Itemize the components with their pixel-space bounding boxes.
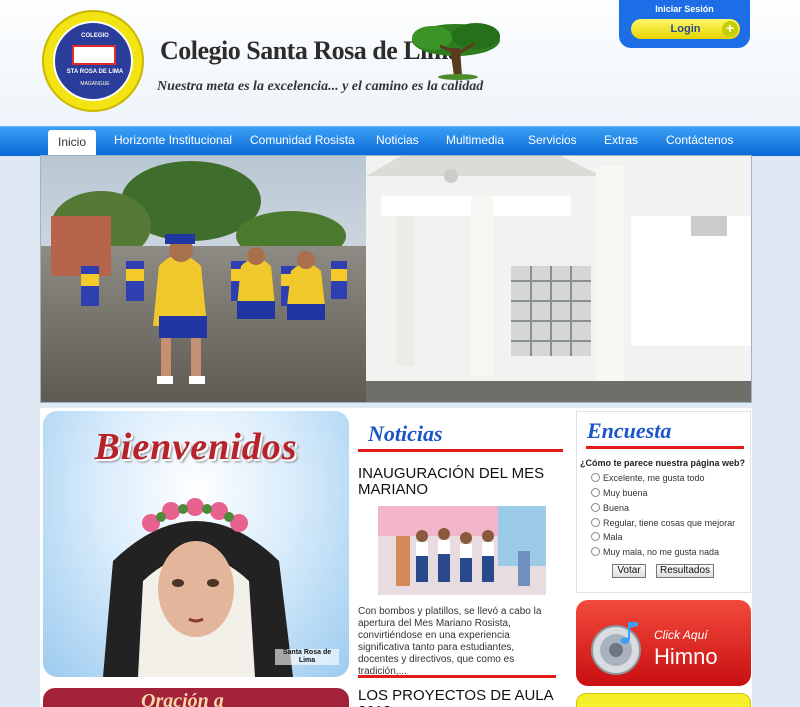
login-title: Iniciar Sesión <box>655 4 714 14</box>
oracion-title: Oración a <box>141 690 224 707</box>
himno-label: Himno <box>654 644 718 669</box>
poll-option[interactable]: Excelente, me gusta todo <box>591 472 705 484</box>
poll-option-label: Buena <box>603 503 630 513</box>
news-photo <box>378 506 546 595</box>
radio-icon[interactable] <box>591 532 600 541</box>
poll-divider <box>586 446 744 449</box>
plus-icon: + <box>722 21 738 37</box>
poll-option-label: Regular, tiene cosas que mejorar <box>603 518 736 528</box>
oracion-banner[interactable]: Oración a <box>43 688 349 707</box>
book-icon <box>72 45 116 65</box>
poll-heading: Encuesta <box>587 418 672 443</box>
main-nav: Inicio Horizonte Institucional Comunidad… <box>0 126 800 156</box>
welcome-title: Bienvenidos <box>94 426 298 468</box>
yellow-widget[interactable] <box>576 693 751 707</box>
poll-option[interactable]: Regular, tiene cosas que mejorar <box>591 517 735 529</box>
radio-icon[interactable] <box>591 473 600 482</box>
welcome-panel[interactable]: Bienvenidos Santa Rosa de Lima <box>43 411 349 677</box>
news-article-title[interactable]: INAUGURACIÓN DEL MES MARIANO <box>358 466 553 498</box>
results-button[interactable]: Resultados <box>656 564 714 578</box>
login-panel: Iniciar Sesión Login + <box>619 0 750 48</box>
tree-icon <box>412 23 500 80</box>
poll-option-label: Excelente, me gusta todo <box>603 473 705 483</box>
logo-text-middle: STA ROSA DE LIMA <box>66 69 124 75</box>
poll-option-label: Muy buena <box>603 488 648 498</box>
login-button-label: Login <box>670 23 701 35</box>
news-divider-2 <box>358 675 556 678</box>
saint-caption: Santa Rosa de Lima <box>275 649 339 665</box>
nav-item-inicio[interactable]: Inicio <box>48 130 97 156</box>
speaker-icon <box>591 622 641 675</box>
site-slogan: Nuestra meta es la excelencia... y el ca… <box>157 79 484 94</box>
vote-button[interactable]: Votar <box>612 564 646 578</box>
logo-emblem: COLEGIO STA ROSA DE LIMA MAGANGUE <box>53 21 133 101</box>
banner-slideshow[interactable] <box>40 155 752 403</box>
himno-click-text: Click Aquí <box>654 628 708 642</box>
radio-icon[interactable] <box>591 503 600 512</box>
poll-option[interactable]: Mala <box>591 531 623 543</box>
poll-option-label: Mala <box>603 532 623 542</box>
nav-item-contactenos[interactable]: Contáctenos <box>666 127 733 156</box>
news-heading: Noticias <box>368 421 443 446</box>
logo-text-bottom: MAGANGUE <box>80 81 110 87</box>
banner-image <box>41 156 751 402</box>
radio-icon[interactable] <box>591 518 600 527</box>
poll-option[interactable]: Buena <box>591 502 629 514</box>
news-article-title[interactable]: LOS PROYECTOS DE AULA 2013 <box>358 688 553 707</box>
poll-question: ¿Cómo te parece nuestra página web? <box>580 458 746 468</box>
news-article-summary: Con bombos y platillos, se llevó a cabo … <box>358 606 542 677</box>
school-logo[interactable]: COLEGIO STA ROSA DE LIMA MAGANGUE <box>42 10 144 112</box>
poll-option[interactable]: Muy mala, no me gusta nada <box>591 546 719 558</box>
news-article-image[interactable] <box>378 506 546 595</box>
nav-item-comunidad-rosista[interactable]: Comunidad Rosista <box>250 127 355 156</box>
radio-icon[interactable] <box>591 547 600 556</box>
nav-item-multimedia[interactable]: Multimedia <box>446 127 504 156</box>
radio-icon[interactable] <box>591 488 600 497</box>
nav-item-extras[interactable]: Extras <box>604 127 638 156</box>
logo-text-top: COLEGIO <box>81 33 109 39</box>
himno-button[interactable]: Click Aquí Himno <box>576 600 751 686</box>
poll-option-label: Muy mala, no me gusta nada <box>603 547 720 557</box>
poll-option[interactable]: Muy buena <box>591 487 648 499</box>
login-button[interactable]: Login + <box>631 19 740 39</box>
news-divider <box>358 449 563 452</box>
nav-item-servicios[interactable]: Servicios <box>528 127 577 156</box>
nav-item-horizonte-institucional[interactable]: Horizonte Institucional <box>114 127 232 156</box>
site-header: COLEGIO STA ROSA DE LIMA MAGANGUE Colegi… <box>0 0 800 126</box>
nav-item-noticias[interactable]: Noticias <box>376 127 419 156</box>
